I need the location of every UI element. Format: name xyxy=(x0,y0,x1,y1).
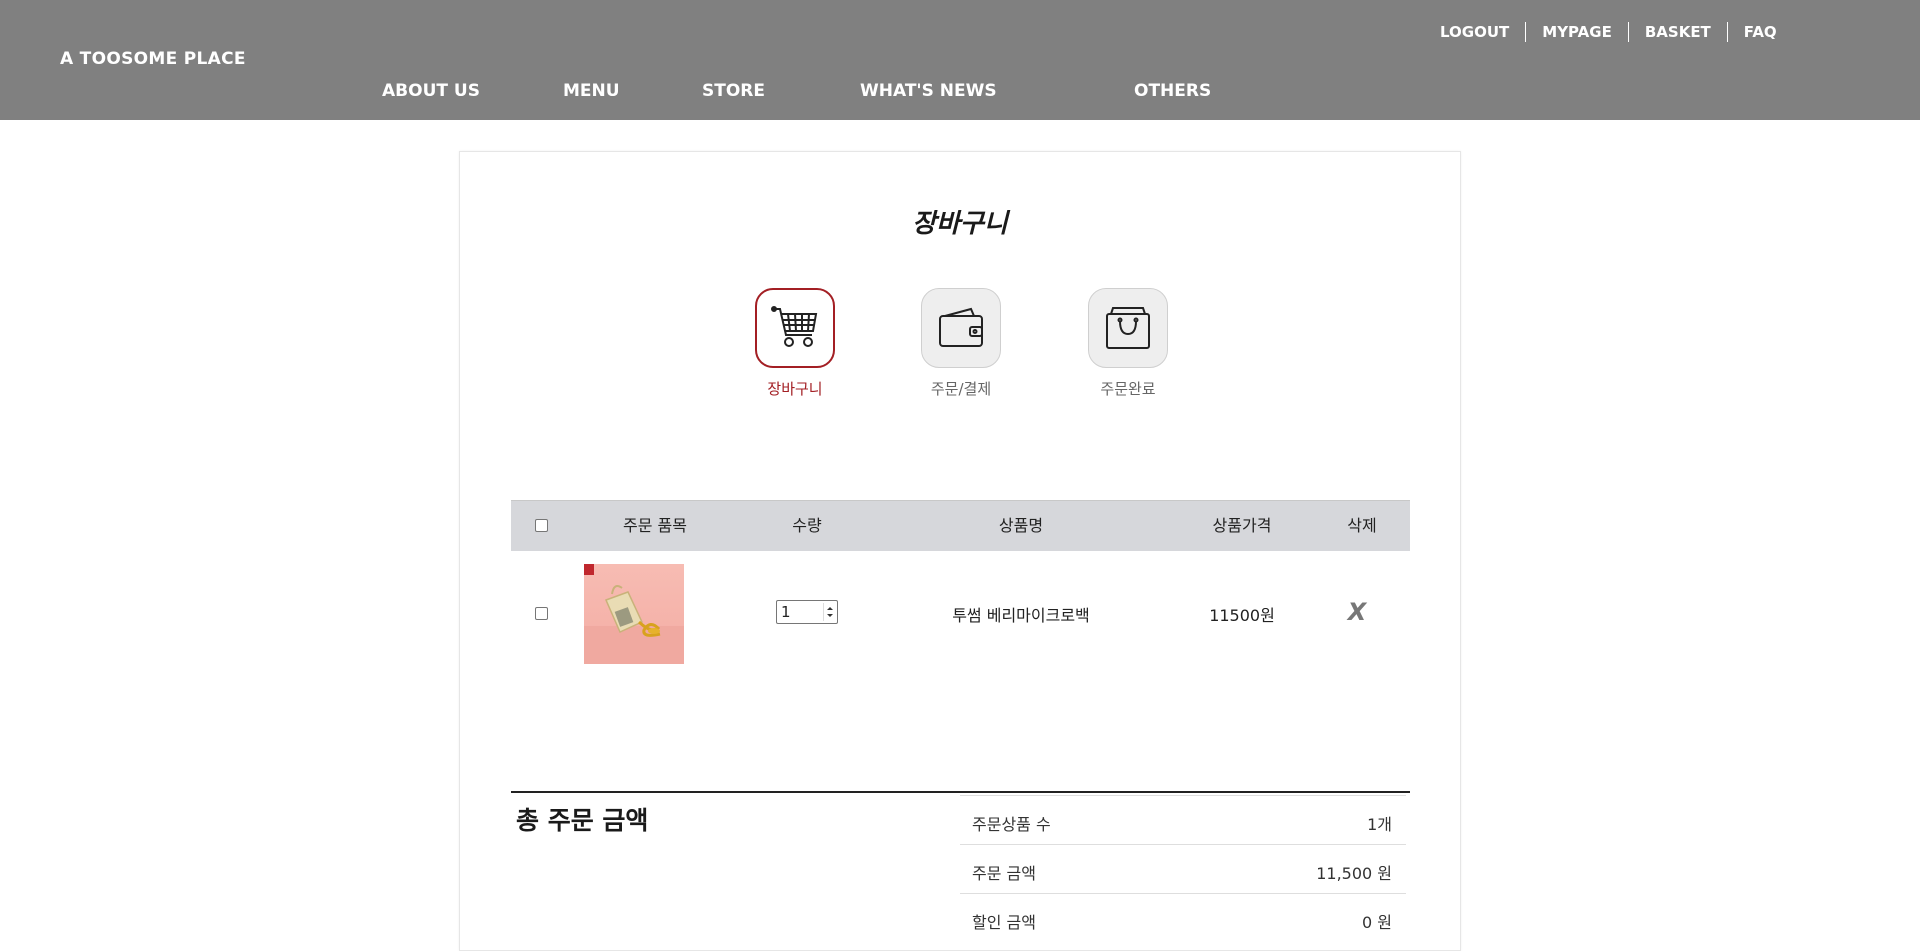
cart-table-header: 주문 품목 수량 상품명 상품가격 삭제 xyxy=(511,500,1410,551)
summary-title: 총 주문 금액 xyxy=(516,806,649,835)
select-all-checkbox[interactable] xyxy=(535,519,548,532)
row-checkbox[interactable] xyxy=(535,607,548,620)
site-logo[interactable]: A TOOSOME PLACE xyxy=(60,49,246,69)
step-label: 장바구니 xyxy=(767,380,823,398)
mypage-link[interactable]: MYPAGE xyxy=(1525,22,1628,42)
product-price: 11500원 xyxy=(1209,606,1275,625)
step-complete[interactable]: 주문완료 xyxy=(1086,288,1170,399)
basket-link[interactable]: BASKET xyxy=(1627,22,1727,42)
nav-others[interactable]: OTHERS xyxy=(1134,81,1211,101)
summary-item: 주문상품 수 1개 xyxy=(960,795,1406,844)
col-quantity: 수량 xyxy=(792,516,822,535)
summary-list: 주문상품 수 1개 주문 금액 11,500 원 할인 금액 0 원 xyxy=(960,795,1406,942)
cart-panel: 장바구니 장바구니 주문/결제 주문완료 주문 품목 수량 상품명 상품가격 삭… xyxy=(459,151,1461,951)
nav-about-us[interactable]: ABOUT US xyxy=(382,81,480,101)
payment-step-box xyxy=(921,288,1001,368)
col-order-item: 주문 품목 xyxy=(623,516,687,535)
summary-label: 할인 금액 xyxy=(972,913,1036,932)
summary-value: 0 원 xyxy=(1362,913,1392,932)
nav-store[interactable]: STORE xyxy=(702,81,765,101)
col-delete: 삭제 xyxy=(1347,516,1377,535)
site-header: A TOOSOME PLACE LOGOUT MYPAGE BASKET FAQ… xyxy=(0,0,1920,120)
nav-whats-news[interactable]: WHAT'S NEWS xyxy=(860,81,997,101)
complete-step-box xyxy=(1088,288,1168,368)
page-title: 장바구니 xyxy=(912,209,1008,239)
step-label: 주문/결제 xyxy=(930,380,992,398)
step-payment[interactable]: 주문/결제 xyxy=(919,288,1003,399)
quantity-stepper[interactable]: 1 xyxy=(776,600,838,624)
summary-label: 주문상품 수 xyxy=(972,815,1051,834)
summary-label: 주문 금액 xyxy=(972,864,1036,883)
table-row: 1 투썸 베리마이크로백 11500원 X xyxy=(511,561,1410,665)
shopping-bag-icon xyxy=(1106,307,1150,349)
logout-link[interactable]: LOGOUT xyxy=(1425,22,1525,42)
spin-buttons[interactable] xyxy=(823,603,835,621)
cart-step-box xyxy=(755,288,835,368)
product-image xyxy=(584,564,684,664)
summary-value: 1개 xyxy=(1367,815,1392,834)
utility-nav: LOGOUT MYPAGE BASKET FAQ xyxy=(1425,21,1793,43)
delete-button[interactable]: X xyxy=(1348,598,1367,626)
quantity-value: 1 xyxy=(781,603,791,621)
col-price: 상품가격 xyxy=(1212,516,1272,535)
summary-item: 주문 금액 11,500 원 xyxy=(960,844,1406,893)
step-cart[interactable]: 장바구니 xyxy=(753,288,837,399)
summary-value: 11,500 원 xyxy=(1316,864,1392,883)
nav-menu[interactable]: MENU xyxy=(563,81,620,101)
cart-icon xyxy=(771,306,818,347)
wallet-icon xyxy=(939,307,983,347)
step-label: 주문완료 xyxy=(1100,380,1156,398)
col-product-name: 상품명 xyxy=(998,516,1044,535)
faq-link[interactable]: FAQ xyxy=(1726,22,1793,42)
summary-divider xyxy=(511,791,1410,793)
spin-arrows-icon xyxy=(827,607,833,617)
product-thumbnail xyxy=(584,564,684,664)
product-name: 투썸 베리마이크로백 xyxy=(952,606,1090,625)
